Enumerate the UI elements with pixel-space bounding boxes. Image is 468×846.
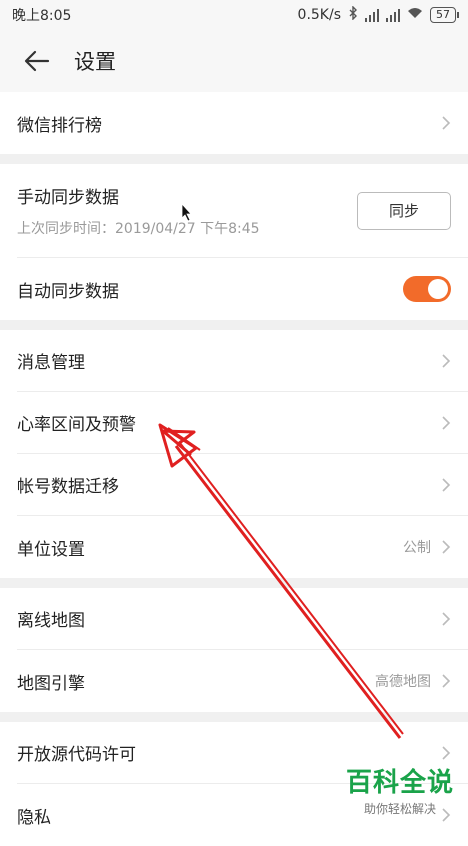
row-auto-sync: 自动同步数据 <box>17 258 468 320</box>
status-time: 晚上8:05 <box>12 8 72 24</box>
row-offline-map[interactable]: 离线地图 <box>17 588 468 650</box>
chevron-right-icon <box>442 674 451 688</box>
network-speed: 0.5K/s <box>297 7 341 23</box>
divider <box>0 712 468 722</box>
divider <box>0 154 468 164</box>
chevron-right-icon <box>442 353 451 368</box>
row-label: 地图引擎 <box>17 673 85 694</box>
chevron-right-icon <box>442 540 451 554</box>
status-icons: 0.5K/s 57 <box>297 5 459 24</box>
page-title: 设置 <box>74 50 116 74</box>
settings-list: 微信排行榜 手动同步数据 上次同步时间：2019/04/27 下午8:45 同步… <box>0 92 468 846</box>
auto-sync-toggle[interactable] <box>403 276 451 302</box>
back-arrow-icon[interactable] <box>22 46 52 76</box>
battery-icon: 57 <box>430 7 459 23</box>
divider <box>0 578 468 588</box>
chevron-right-icon <box>442 745 451 760</box>
row-right: 高德地图 <box>375 671 451 691</box>
signal-icon <box>365 8 379 22</box>
divider <box>0 320 468 330</box>
group-sync: 手动同步数据 上次同步时间：2019/04/27 下午8:45 同步 自动同步数… <box>0 164 468 320</box>
row-label: 心率区间及预警 <box>17 415 136 435</box>
chevron-right-icon <box>442 116 451 130</box>
row-label: 消息管理 <box>17 353 85 373</box>
chevron-right-icon <box>442 415 451 430</box>
watermark-logo: 百科全说 助你轻松解决 <box>346 762 454 817</box>
row-right: 公制 <box>403 537 451 557</box>
last-sync-time: 上次同步时间：2019/04/27 下午8:45 <box>17 221 260 237</box>
wifi-icon <box>407 7 423 23</box>
row-label: 帐号数据迁移 <box>17 477 119 497</box>
row-label: 自动同步数据 <box>17 281 119 302</box>
watermark-sub: 助你轻松解决 <box>363 802 436 816</box>
watermark-main: 百科全说 <box>345 768 454 798</box>
signal-icon <box>386 8 400 22</box>
row-label: 单位设置 <box>17 539 85 560</box>
status-bar: 晚上8:05 0.5K/s 57 <box>0 0 468 30</box>
row-label: 微信排行榜 <box>17 115 102 136</box>
header: 设置 <box>0 30 468 92</box>
group-general: 消息管理 心率区间及预警 帐号数据迁移 单位设置 公制 <box>0 330 468 578</box>
chevron-right-icon <box>442 611 451 626</box>
row-label: 手动同步数据 <box>17 188 119 208</box>
group-map: 离线地图 地图引擎 高德地图 <box>0 588 468 712</box>
row-account-migration[interactable]: 帐号数据迁移 <box>17 454 468 516</box>
row-manual-sync: 手动同步数据 上次同步时间：2019/04/27 下午8:45 同步 <box>17 164 468 258</box>
sync-button[interactable]: 同步 <box>357 191 451 230</box>
row-heart-rate-zones[interactable]: 心率区间及预警 <box>17 392 468 454</box>
group-ranking: 微信排行榜 <box>0 92 468 154</box>
row-label: 开放源代码许可 <box>17 745 136 765</box>
row-wechat-ranking[interactable]: 微信排行榜 <box>17 92 468 154</box>
row-label: 隐私 <box>17 807 51 828</box>
map-engine-value: 高德地图 <box>375 674 431 690</box>
row-unit-settings[interactable]: 单位设置 公制 <box>17 516 468 578</box>
bluetooth-icon <box>348 5 358 24</box>
row-map-engine[interactable]: 地图引擎 高德地图 <box>17 650 468 712</box>
row-message-management[interactable]: 消息管理 <box>17 330 468 392</box>
row-label: 离线地图 <box>17 611 85 631</box>
toggle-knob <box>428 279 448 299</box>
chevron-right-icon <box>442 477 451 492</box>
unit-value: 公制 <box>403 540 431 556</box>
